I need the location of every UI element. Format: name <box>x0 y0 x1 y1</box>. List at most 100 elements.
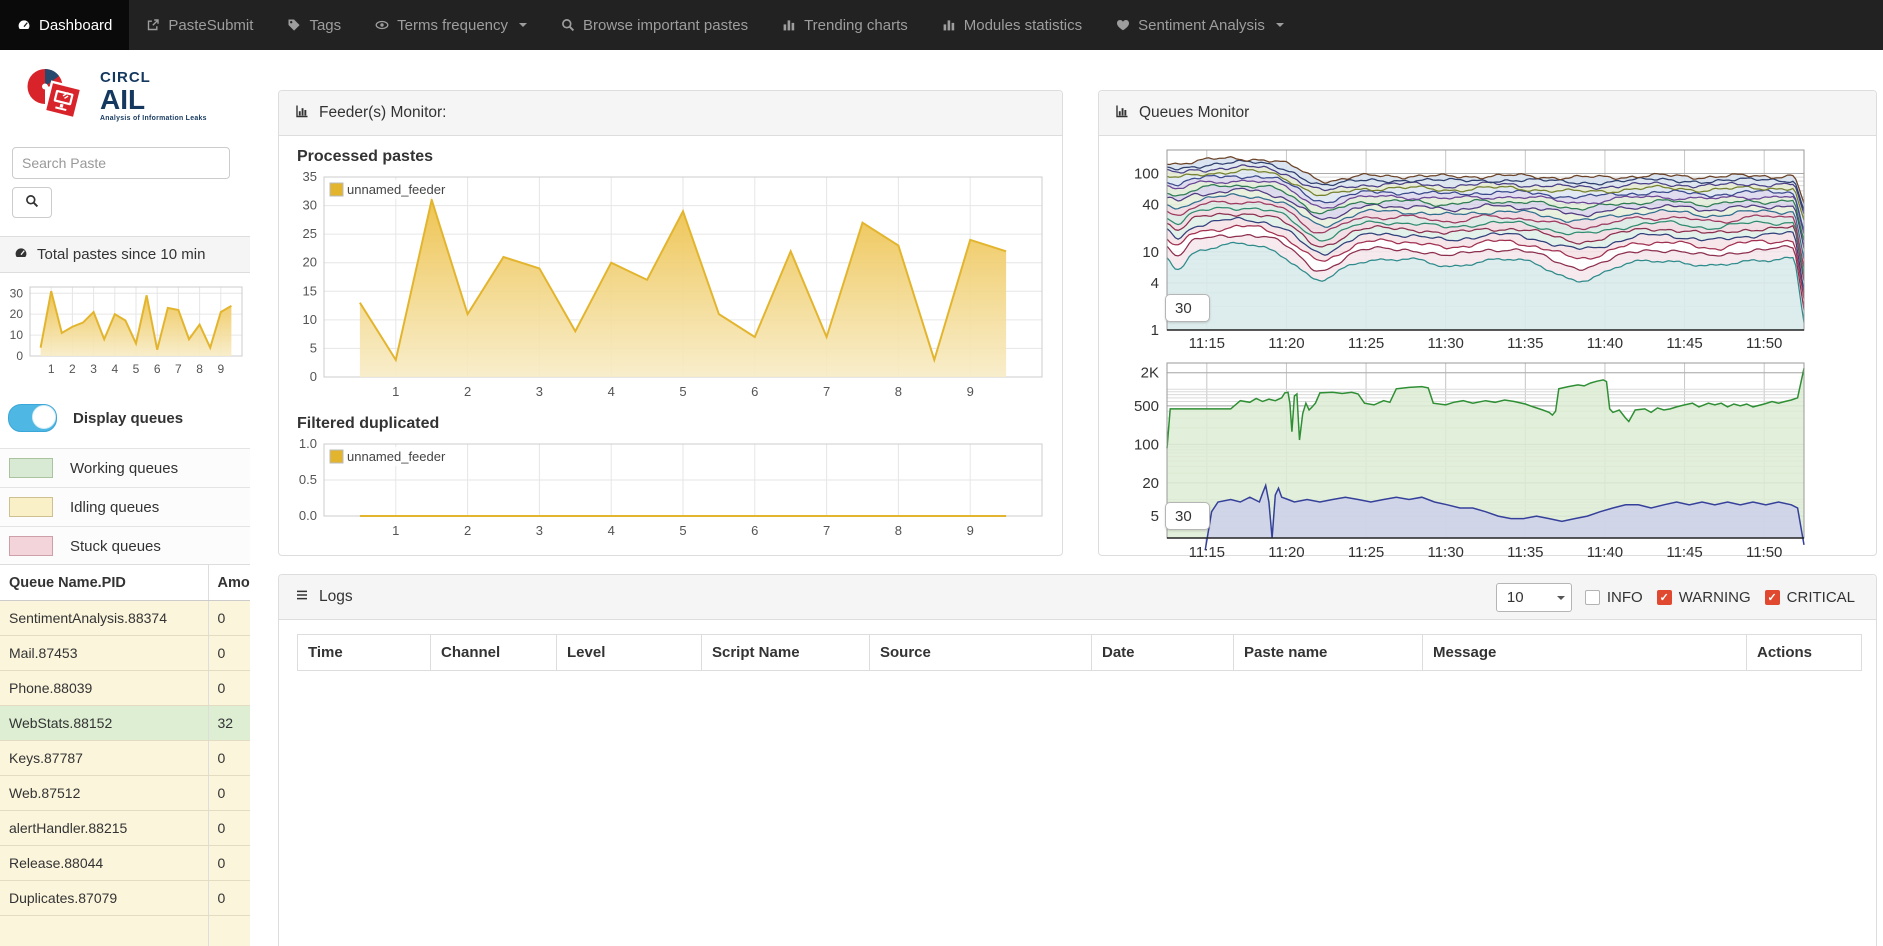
display-queues-toggle[interactable] <box>8 404 57 432</box>
nav-item-label: PasteSubmit <box>168 17 253 34</box>
queue-amount: 32 <box>208 706 250 741</box>
svg-text:11:15: 11:15 <box>1189 335 1225 352</box>
page-size-select[interactable]: 10 <box>1496 583 1572 612</box>
svg-text:5: 5 <box>679 523 686 538</box>
interval-input-bottom[interactable] <box>1165 502 1210 530</box>
queue-name: Duplicates.87079 <box>0 881 208 916</box>
total-pastes-header: Total pastes since 10 min <box>0 236 250 273</box>
nav-item-label: Browse important pastes <box>583 17 748 34</box>
filtered-duplicated-title: Filtered duplicated <box>297 415 1062 433</box>
queue-amount: 0 <box>208 881 250 916</box>
filtered-duplicated-chart: 1.00.50.0123456789unnamed_feeder <box>294 438 1049 540</box>
svg-text:4: 4 <box>608 384 615 399</box>
filter-checkbox-warning[interactable]: ✓ <box>1657 590 1672 605</box>
svg-text:5: 5 <box>679 384 686 399</box>
processed-pastes-chart: 35302520151050123456789unnamed_feeder <box>294 171 1049 403</box>
filter-label-critical: CRITICAL <box>1787 589 1855 606</box>
logs-controls: 10 INFO✓WARNING✓CRITICAL <box>1496 583 1862 612</box>
svg-text:1: 1 <box>392 523 399 538</box>
logs-col-channel: Channel <box>431 635 557 671</box>
chevron-down-icon <box>1276 23 1284 27</box>
queue-name: alertHandler.88215 <box>0 811 208 846</box>
queue-name: Release.88044 <box>0 846 208 881</box>
queue-row: SentimentAnalysis.883740 <box>0 601 250 636</box>
svg-text:25: 25 <box>303 226 317 241</box>
logs-col-source: Source <box>870 635 1092 671</box>
feeder-monitor-panel: Feeder(s) Monitor: Processed pastes 3530… <box>278 90 1063 556</box>
nav-item-browse-important-pastes[interactable]: Browse important pastes <box>544 0 765 50</box>
svg-text:1: 1 <box>48 362 55 376</box>
svg-text:4: 4 <box>1151 275 1159 292</box>
search-paste-input[interactable] <box>12 147 230 179</box>
svg-text:3: 3 <box>536 523 543 538</box>
svg-text:100: 100 <box>1134 436 1159 453</box>
queue-row: WebStats.8815232 <box>0 706 250 741</box>
queue-amount: 0 <box>208 636 250 671</box>
svg-text:2: 2 <box>464 384 471 399</box>
legend-label: Idling queues <box>70 499 159 516</box>
nav-item-dashboard[interactable]: Dashboard <box>0 0 129 50</box>
tag-icon <box>287 18 301 32</box>
filter-label-info: INFO <box>1607 589 1643 606</box>
tachometer-icon <box>14 246 28 264</box>
logs-panel-title: Logs <box>319 588 353 606</box>
circl-ail-logo: CIRCL AIL Analysis of Information Leaks <box>20 62 207 131</box>
queue-row: Keys.877870 <box>0 741 250 776</box>
page-size-value: 10 <box>1507 589 1524 606</box>
legend-swatch <box>9 497 53 517</box>
logs-col-time: Time <box>298 635 431 671</box>
total-pastes-mini-chart: 3020100123456789 <box>2 282 248 382</box>
queue-col-amount: Amount <box>208 565 250 601</box>
nav-item-modules-statistics[interactable]: Modules statistics <box>925 0 1099 50</box>
svg-text:8: 8 <box>895 384 902 399</box>
search-paste-button[interactable] <box>12 187 52 218</box>
svg-text:11:30: 11:30 <box>1427 335 1463 352</box>
queue-amount: 0 <box>208 601 250 636</box>
legend-row-stuck-queues: Stuck queues <box>0 526 250 565</box>
queue-row: Mail.874530 <box>0 636 250 671</box>
chevron-down-icon <box>519 23 527 27</box>
nav-item-pastesubmit[interactable]: PasteSubmit <box>129 0 270 50</box>
search-icon <box>25 194 39 211</box>
svg-text:15: 15 <box>303 283 317 298</box>
svg-text:100: 100 <box>1134 166 1159 183</box>
svg-text:3: 3 <box>90 362 97 376</box>
queue-name: Mail.87453 <box>0 636 208 671</box>
svg-text:0.0: 0.0 <box>299 508 317 523</box>
logs-col-message: Message <box>1423 635 1747 671</box>
svg-text:11:50: 11:50 <box>1746 335 1782 352</box>
svg-text:6: 6 <box>751 523 758 538</box>
svg-text:7: 7 <box>175 362 182 376</box>
chevron-down-icon <box>1557 596 1565 600</box>
interval-input-top[interactable] <box>1165 294 1210 322</box>
navbar: Dashboard PasteSubmit Tags Terms frequency B… <box>0 0 1883 50</box>
logo-product-text: AIL <box>100 86 207 114</box>
filter-checkbox-critical[interactable]: ✓ <box>1765 590 1780 605</box>
nav-item-terms-frequency[interactable]: Terms frequency <box>358 0 544 50</box>
logs-col-level: Level <box>557 635 702 671</box>
svg-text:11:25: 11:25 <box>1348 335 1384 352</box>
queue-name: Phone.88039 <box>0 671 208 706</box>
queues-panel-title: Queues Monitor <box>1139 104 1249 122</box>
svg-text:9: 9 <box>967 523 974 538</box>
svg-text:11:20: 11:20 <box>1268 544 1304 561</box>
svg-text:35: 35 <box>303 169 317 184</box>
svg-text:11:30: 11:30 <box>1427 544 1463 561</box>
nav-item-trending-charts[interactable]: Trending charts <box>765 0 925 50</box>
nav-item-tags[interactable]: Tags <box>270 0 358 50</box>
nav-item-sentiment-analysis[interactable]: Sentiment Analysis <box>1099 0 1301 50</box>
bars-icon <box>782 18 796 32</box>
nav-item-label: Dashboard <box>39 17 112 34</box>
heart-icon <box>1116 18 1130 32</box>
nav-item-label: Terms frequency <box>397 17 508 34</box>
feeder-panel-title: Feeder(s) Monitor: <box>319 104 446 122</box>
queue-row <box>0 916 250 946</box>
svg-text:40: 40 <box>1142 197 1159 214</box>
svg-text:5: 5 <box>310 340 317 355</box>
svg-text:20: 20 <box>10 307 24 321</box>
queue-amount: 0 <box>208 741 250 776</box>
logs-table-header-row: TimeChannelLevelScript NameSourceDatePas… <box>298 635 1862 671</box>
logs-panel: Logs 10 INFO✓WARNING✓CRITICAL TimeChanne… <box>278 574 1877 946</box>
filter-checkbox-info[interactable] <box>1585 590 1600 605</box>
svg-text:11:50: 11:50 <box>1746 544 1782 561</box>
